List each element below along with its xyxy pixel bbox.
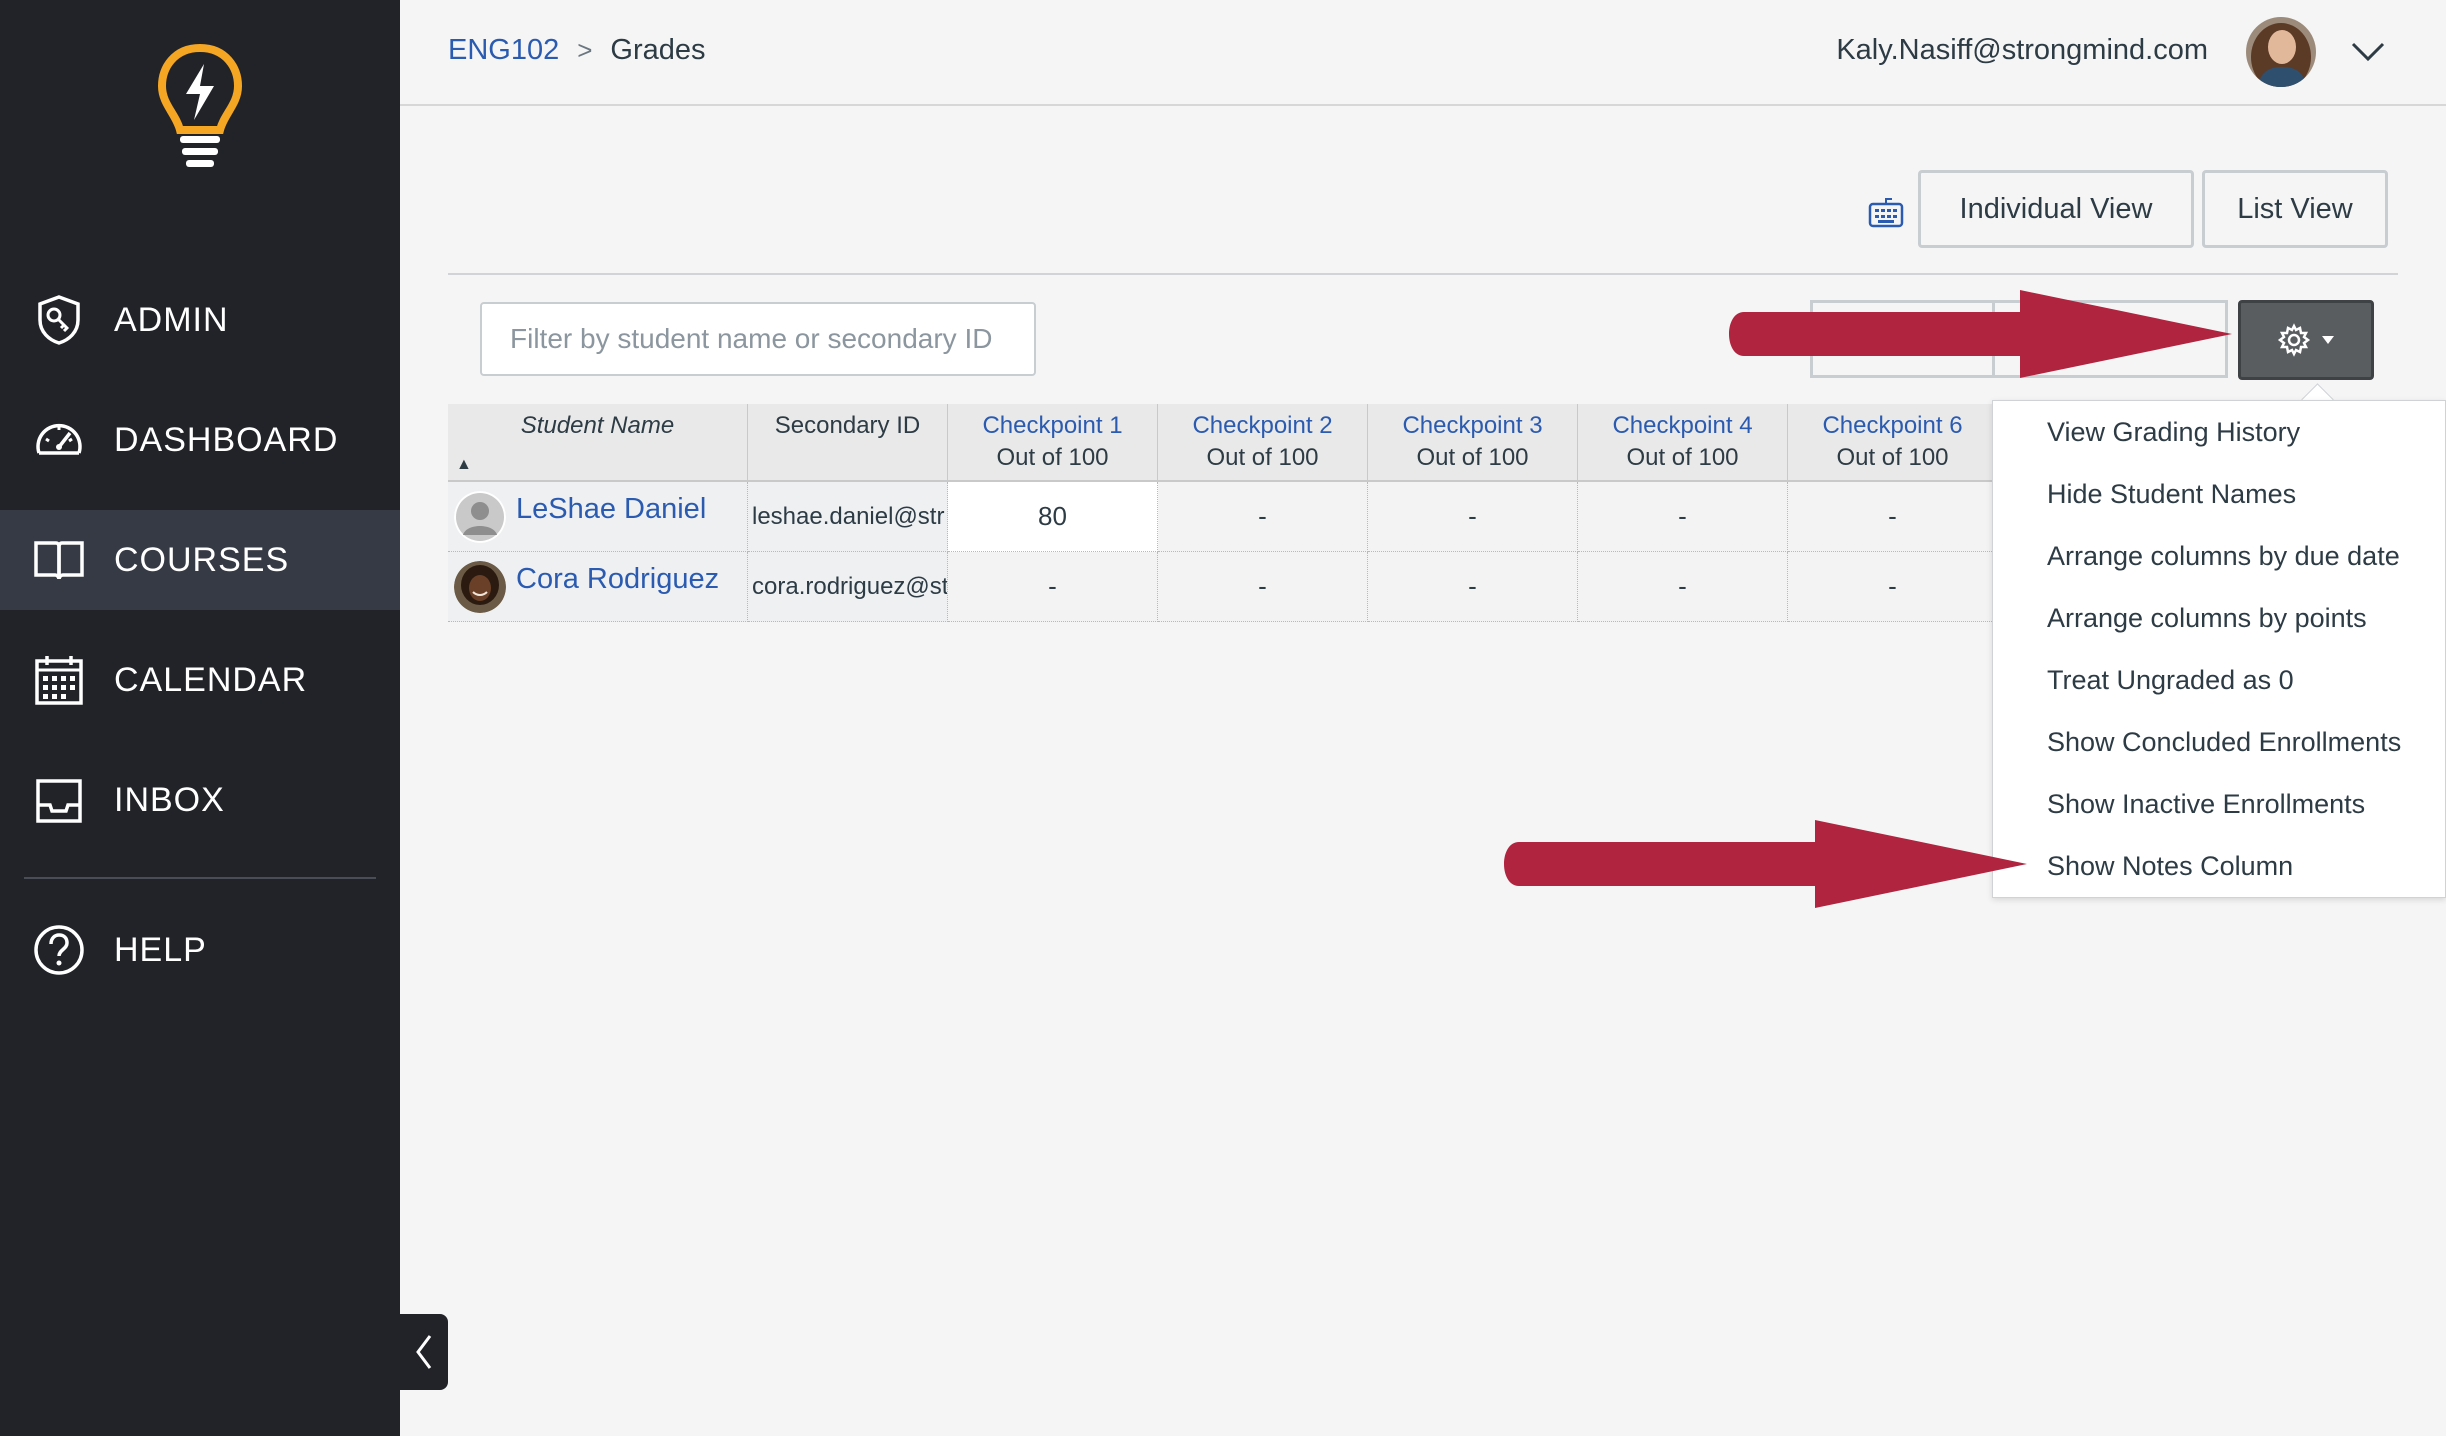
menu-item-arrange-by-points[interactable]: Arrange columns by points [2047, 603, 2367, 634]
nav-label: COURSES [114, 540, 290, 579]
annotation-arrow-icon [1729, 290, 2232, 378]
speedometer-icon [32, 413, 86, 467]
student-name-link[interactable]: LeShae Daniel [516, 493, 706, 526]
collapse-sidebar-button[interactable] [400, 1314, 448, 1390]
column-header-title: Secondary ID [774, 412, 921, 439]
assignment-link[interactable]: Checkpoint 3 [1368, 412, 1577, 440]
student-name-link[interactable]: Cora Rodriguez [516, 563, 719, 596]
grade-cell[interactable]: - [1158, 552, 1368, 622]
column-header-checkpoint-3[interactable]: Checkpoint 3 Out of 100 [1368, 404, 1578, 482]
assignment-link[interactable]: Checkpoint 1 [948, 412, 1157, 440]
column-header-student-name[interactable]: Student Name ▲ [448, 404, 748, 482]
menu-item-view-grading-history[interactable]: View Grading History [2047, 417, 2300, 448]
breadcrumb-current: Grades [610, 34, 706, 66]
menu-item-hide-student-names[interactable]: Hide Student Names [2047, 479, 2296, 510]
caret-down-icon [2322, 336, 2334, 344]
nav-item-dashboard[interactable]: DASHBOARD [0, 390, 400, 490]
nav-label: CALENDAR [114, 660, 308, 699]
student-name-cell: LeShae Daniel [448, 482, 748, 552]
gradebook-settings-menu: View Grading History Hide Student Names … [1992, 400, 2446, 898]
grade-cell[interactable]: - [1368, 482, 1578, 552]
student-avatar [454, 560, 506, 613]
points-possible: Out of 100 [1626, 444, 1739, 471]
nav-label: HELP [114, 930, 207, 969]
menu-item-treat-ungraded-as-zero[interactable]: Treat Ungraded as 0 [2047, 665, 2294, 696]
list-view-button[interactable]: List View [2202, 170, 2388, 248]
points-possible: Out of 100 [1206, 444, 1319, 471]
column-header-checkpoint-2[interactable]: Checkpoint 2 Out of 100 [1158, 404, 1368, 482]
menu-item-show-concluded-enrollments[interactable]: Show Concluded Enrollments [2047, 727, 2401, 758]
lightbulb-logo-icon[interactable] [150, 40, 250, 180]
gradebook-settings-button[interactable] [2238, 300, 2374, 380]
global-nav-sidebar: ADMIN DASHBOARD COURSES CALENDAR INBOX H… [0, 0, 400, 1436]
menu-item-show-inactive-enrollments[interactable]: Show Inactive Enrollments [2047, 789, 2365, 820]
column-header-checkpoint-4[interactable]: Checkpoint 4 Out of 100 [1578, 404, 1788, 482]
nav-item-admin[interactable]: ADMIN [0, 270, 400, 370]
user-email: Kaly.Nasiff@strongmind.com [1836, 34, 2208, 66]
user-avatar[interactable] [2246, 17, 2316, 87]
table-row: Cora Rodriguez cora.rodriguez@st - - - -… [448, 552, 1998, 622]
chevron-left-icon [416, 1335, 432, 1369]
nav-item-calendar[interactable]: CALENDAR [0, 630, 400, 730]
secondary-id-cell: leshae.daniel@str [748, 482, 948, 552]
nav-item-help[interactable]: HELP [0, 900, 400, 1000]
menu-item-show-notes-column[interactable]: Show Notes Column [2047, 851, 2293, 882]
chevron-down-icon[interactable] [2350, 36, 2386, 66]
column-header-title: Student Name [520, 412, 675, 439]
help-circle-icon [32, 923, 86, 977]
grade-cell[interactable]: - [1158, 482, 1368, 552]
secondary-id-cell: cora.rodriguez@st [748, 552, 948, 622]
page-header: ENG102 > Grades Kaly.Nasiff@strongmind.c… [400, 0, 2446, 106]
grade-cell[interactable]: - [1578, 482, 1788, 552]
points-possible: Out of 100 [1416, 444, 1529, 471]
nav-divider [24, 877, 376, 879]
breadcrumb: ENG102 > Grades [448, 34, 706, 67]
column-header-checkpoint-1[interactable]: Checkpoint 1 Out of 100 [948, 404, 1158, 482]
table-row: LeShae Daniel leshae.daniel@str 80 - - -… [448, 482, 1998, 552]
grade-cell[interactable]: 80 [948, 482, 1158, 552]
section-divider [448, 273, 2398, 275]
column-header-secondary-id[interactable]: Secondary ID [748, 404, 948, 482]
assignment-link[interactable]: Checkpoint 4 [1578, 412, 1787, 440]
student-name-cell: Cora Rodriguez [448, 552, 748, 622]
assignment-link[interactable]: Checkpoint 6 [1788, 412, 1997, 440]
grade-cell[interactable]: - [1788, 482, 1998, 552]
book-icon [32, 533, 86, 587]
nav-label: DASHBOARD [114, 420, 339, 459]
grade-cell[interactable]: - [1578, 552, 1788, 622]
nav-item-courses[interactable]: COURSES [0, 510, 400, 610]
annotation-arrow-icon [1504, 820, 2027, 908]
admin-shield-icon [32, 293, 86, 347]
keyboard-shortcuts-icon[interactable] [1868, 196, 1904, 228]
grade-cell[interactable]: - [1368, 552, 1578, 622]
student-avatar [454, 490, 506, 543]
breadcrumb-separator: > [577, 35, 593, 65]
points-possible: Out of 100 [1836, 444, 1949, 471]
nav-item-inbox[interactable]: INBOX [0, 750, 400, 850]
breadcrumb-course-link[interactable]: ENG102 [448, 34, 559, 67]
individual-view-button[interactable]: Individual View [1918, 170, 2194, 248]
inbox-tray-icon [32, 773, 86, 827]
points-possible: Out of 100 [996, 444, 1109, 471]
sort-ascending-icon: ▲ [456, 456, 472, 473]
student-filter-input[interactable] [480, 302, 1036, 376]
assignment-link[interactable]: Checkpoint 2 [1158, 412, 1367, 440]
calendar-icon [32, 653, 86, 707]
column-header-checkpoint-6[interactable]: Checkpoint 6 Out of 100 [1788, 404, 1998, 482]
gear-icon [2277, 323, 2311, 357]
menu-item-arrange-by-due-date[interactable]: Arrange columns by due date [2047, 541, 2400, 572]
grade-cell[interactable]: - [948, 552, 1158, 622]
grade-cell[interactable]: - [1788, 552, 1998, 622]
nav-label: ADMIN [114, 300, 229, 339]
nav-label: INBOX [114, 780, 225, 819]
